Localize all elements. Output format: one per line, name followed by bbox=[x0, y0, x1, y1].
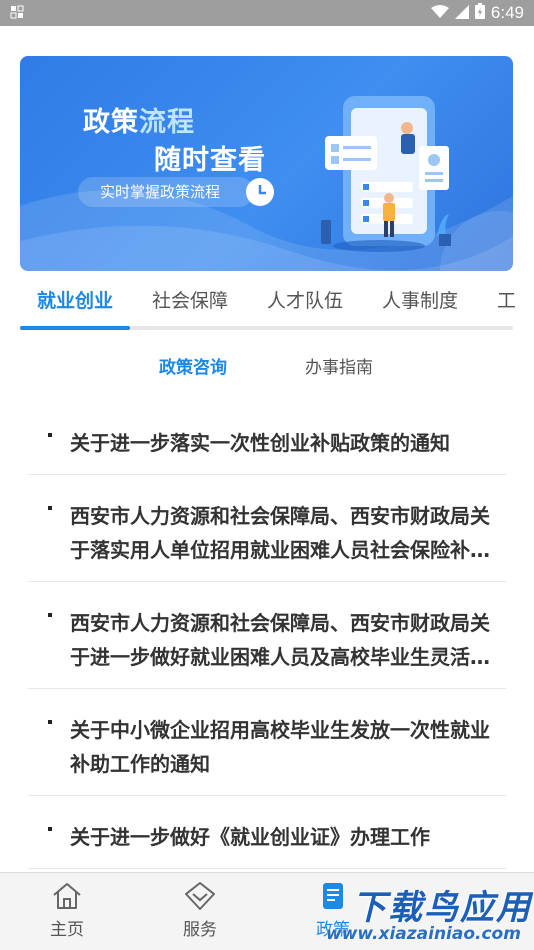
bullet bbox=[48, 613, 52, 617]
nav-services[interactable]: 服务 bbox=[155, 881, 245, 940]
nav-home[interactable]: 主页 bbox=[22, 881, 112, 940]
bullet bbox=[48, 506, 52, 510]
battery-icon bbox=[474, 3, 485, 23]
banner-pill: 实时掌握政策流程 bbox=[78, 177, 255, 207]
service-icon bbox=[185, 882, 215, 910]
bullet bbox=[48, 720, 52, 724]
active-tab-indicator bbox=[20, 326, 130, 330]
subtab-policy-consultation[interactable]: 政策咨询 bbox=[159, 353, 227, 378]
policy-title: 关于进一步做好《就业创业证》办理工作 bbox=[70, 825, 430, 849]
phone-checklist-illustration bbox=[321, 96, 451, 252]
tab-personnel-system[interactable]: 人事制度 bbox=[382, 286, 458, 313]
clock: 6:49 bbox=[490, 3, 524, 22]
nav-home-label: 主页 bbox=[50, 920, 84, 940]
signal-icon bbox=[454, 4, 469, 23]
nav-services-label: 服务 bbox=[183, 920, 217, 940]
watermark: 下载鸟应用 www.xiazainiao.com bbox=[322, 880, 534, 950]
wifi-icon bbox=[430, 4, 449, 23]
notification-icon bbox=[10, 5, 24, 22]
policy-title: 关于中小微企业招用高校毕业生发放一次性就业补助工作的通知 bbox=[70, 718, 490, 776]
tab-talent-team[interactable]: 人才队伍 bbox=[267, 286, 343, 313]
tab-employment-entrepreneurship[interactable]: 就业创业 bbox=[37, 286, 113, 313]
home-icon bbox=[53, 883, 81, 909]
status-bar: 6:49 bbox=[0, 0, 534, 26]
list-item[interactable]: 关于中小微企业招用高校毕业生发放一次性就业补助工作的通知 bbox=[28, 707, 506, 796]
bullet bbox=[48, 827, 52, 831]
banner-title: 政策流程 bbox=[83, 107, 195, 138]
policy-banner[interactable]: 政策流程 随时查看 实时掌握政策流程 bbox=[20, 56, 513, 271]
clock-icon bbox=[246, 178, 274, 206]
policy-title: 西安市人力资源和社会保障局、西安市财政局关于落实用人单位招用就业困难人员社会保险… bbox=[70, 504, 490, 562]
tab-more-partial[interactable]: 工 bbox=[497, 286, 516, 313]
list-item[interactable]: 西安市人力资源和社会保障局、西安市财政局关于落实用人单位招用就业困难人员社会保险… bbox=[28, 493, 506, 582]
tab-social-security[interactable]: 社会保障 bbox=[152, 286, 228, 313]
bullet bbox=[48, 433, 52, 437]
list-item[interactable]: 西安市人力资源和社会保障局、西安市财政局关于进一步做好就业困难人员及高校毕业生灵… bbox=[28, 600, 506, 689]
policy-title: 关于进一步落实一次性创业补贴政策的通知 bbox=[70, 431, 450, 455]
watermark-url: www.xiazainiao.com bbox=[326, 924, 521, 944]
policy-title: 西安市人力资源和社会保障局、西安市财政局关于进一步做好就业困难人员及高校毕业生灵… bbox=[70, 611, 490, 669]
list-item[interactable]: 关于进一步落实一次性创业补贴政策的通知 bbox=[28, 420, 506, 475]
watermark-title: 下载鸟应用 bbox=[352, 888, 532, 928]
policy-list: 关于进一步落实一次性创业补贴政策的通知 西安市人力资源和社会保障局、西安市财政局… bbox=[28, 420, 506, 887]
category-tab-bar: 就业创业 社会保障 人才队伍 人事制度 工 bbox=[0, 278, 534, 328]
subtab-service-guide[interactable]: 办事指南 bbox=[305, 353, 373, 378]
list-item[interactable]: 关于进一步做好《就业创业证》办理工作 bbox=[28, 814, 506, 869]
banner-subtitle: 随时查看 bbox=[154, 145, 266, 176]
